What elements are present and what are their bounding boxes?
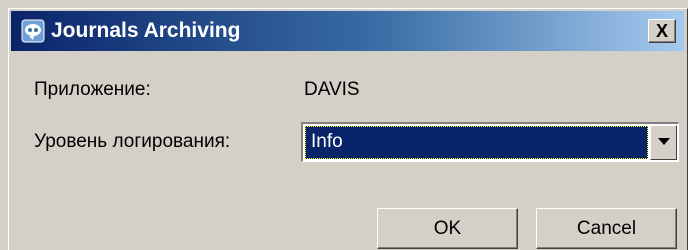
application-label: Приложение:: [34, 79, 151, 100]
application-value: DAVIS: [304, 79, 360, 100]
log-level-selected-value: Info: [305, 126, 648, 159]
app-icon: [21, 19, 45, 43]
window-title: Journals Archiving: [51, 19, 241, 42]
log-level-select[interactable]: Info: [301, 122, 679, 162]
close-button[interactable]: X: [648, 19, 676, 43]
close-icon: X: [655, 21, 668, 41]
chevron-down-icon: [658, 138, 670, 145]
cancel-button[interactable]: Cancel: [536, 208, 677, 249]
ok-button[interactable]: OK: [377, 208, 518, 249]
title-bar[interactable]: Journals Archiving X: [11, 11, 684, 51]
journals-archiving-dialog: Journals Archiving X Приложение: DAVIS У…: [8, 8, 688, 250]
dropdown-button[interactable]: [650, 125, 677, 160]
log-level-label: Уровень логирования:: [34, 131, 231, 152]
